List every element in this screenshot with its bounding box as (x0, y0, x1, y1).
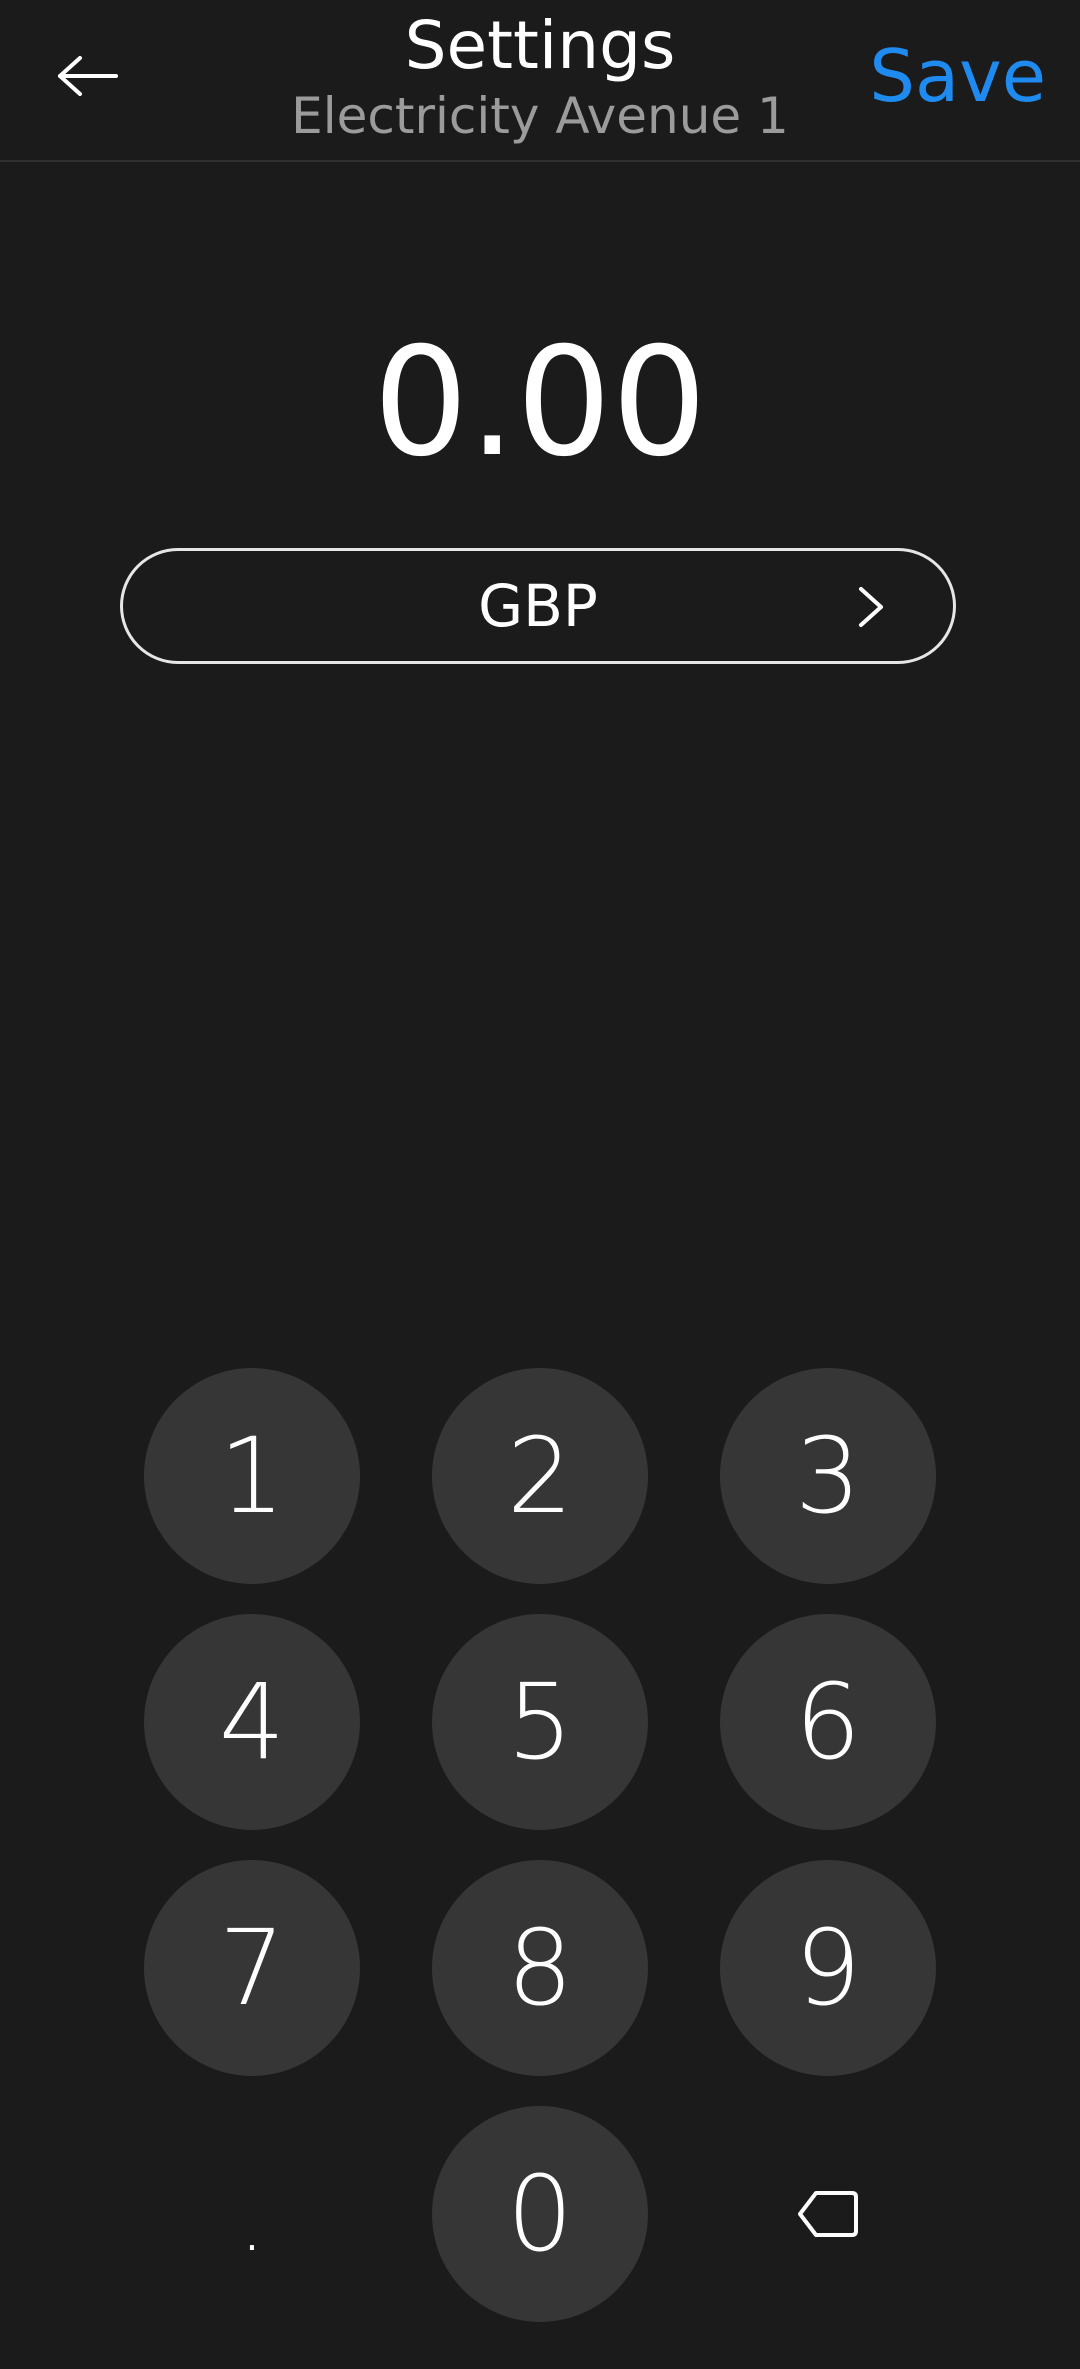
title-block: Settings Electricity Avenue 1 (240, 0, 840, 146)
key-2[interactable]: 2 (432, 1368, 648, 1584)
currency-selector[interactable]: GBP (120, 548, 956, 664)
key-decimal[interactable]: . (144, 2106, 360, 2322)
back-arrow-icon (58, 56, 118, 96)
save-button[interactable]: Save (869, 34, 1046, 118)
key-3[interactable]: 3 (720, 1368, 936, 1584)
key-decimal-label: . (239, 2175, 265, 2269)
header: Settings Electricity Avenue 1 Save (0, 0, 1080, 162)
backspace-button[interactable] (720, 2106, 936, 2322)
key-5[interactable]: 5 (432, 1614, 648, 1830)
settings-screen: Settings Electricity Avenue 1 Save 0.00 … (0, 0, 1080, 2369)
key-4[interactable]: 4 (144, 1614, 360, 1830)
key-1[interactable]: 1 (144, 1368, 360, 1584)
page-title: Settings (404, 7, 676, 84)
key-8[interactable]: 8 (432, 1860, 648, 2076)
key-7[interactable]: 7 (144, 1860, 360, 2076)
page-subtitle: Electricity Avenue 1 (291, 87, 789, 145)
backspace-icon (798, 2191, 858, 2237)
key-6[interactable]: 6 (720, 1614, 936, 1830)
key-9[interactable]: 9 (720, 1860, 936, 2076)
back-button[interactable] (40, 36, 136, 116)
chevron-right-icon (859, 587, 883, 627)
key-0[interactable]: 0 (432, 2106, 648, 2322)
currency-label: GBP (478, 572, 598, 640)
amount-display: 0.00 (373, 316, 707, 490)
